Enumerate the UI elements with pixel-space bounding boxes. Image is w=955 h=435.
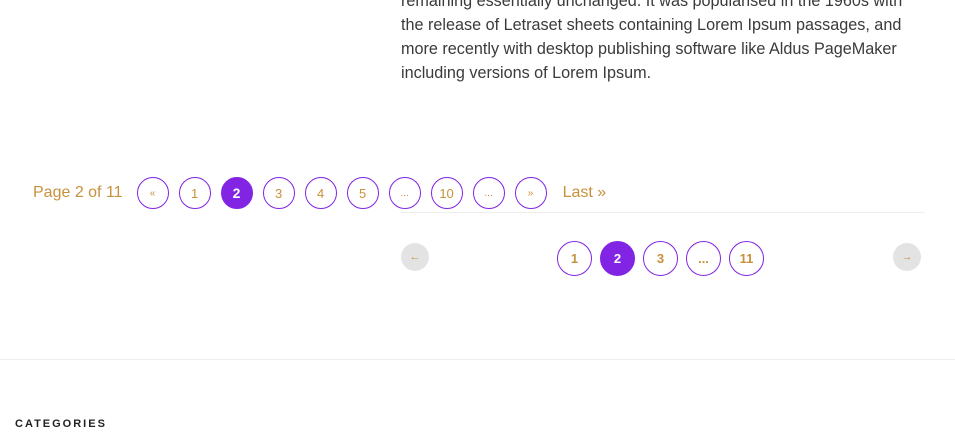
arrow-right-icon[interactable]: → [893,243,921,271]
last-page-link[interactable]: Last » [563,184,607,202]
page-1-button[interactable]: 1 [178,177,211,209]
page-11-button[interactable]: 11 [729,241,764,276]
article-line: remaining essentially unchanged. It was … [401,0,903,10]
page-info: Page 2 of 11 [33,184,123,201]
page-ellipsis[interactable]: ... [388,177,421,209]
article-line: more recently with desktop publishing so… [401,40,897,58]
next-page-button[interactable]: » [514,177,547,209]
page-ellipsis[interactable]: ... [686,241,721,276]
page-3-button[interactable]: 3 [643,241,678,276]
current-page: 2 [600,241,635,276]
categories-heading: CATEGORIES [15,418,107,430]
page-3-button[interactable]: 3 [262,177,295,209]
current-page: 2 [220,177,253,209]
page-5-button[interactable]: 5 [346,177,379,209]
page-10-button[interactable]: 10 [430,177,463,209]
first-page-button[interactable]: « [136,177,169,209]
arrow-left-icon[interactable]: ← [401,243,429,271]
page-1-button[interactable]: 1 [557,241,592,276]
section-divider [0,359,955,360]
page-ellipsis[interactable]: ... [472,177,505,209]
article-line: including versions of Lorem Ipsum. [401,64,652,82]
article-text: remaining essentially unchanged. It was … [401,0,931,85]
pagination-numbered: Page 2 of 11 « 1 2 3 4 5 ... 10 ... » La… [33,175,606,211]
page-4-button[interactable]: 4 [304,177,337,209]
divider [401,212,925,213]
article-line: the release of Letraset sheets containin… [401,16,902,34]
pagination-compact: 1 2 3 ... 11 [557,241,772,276]
